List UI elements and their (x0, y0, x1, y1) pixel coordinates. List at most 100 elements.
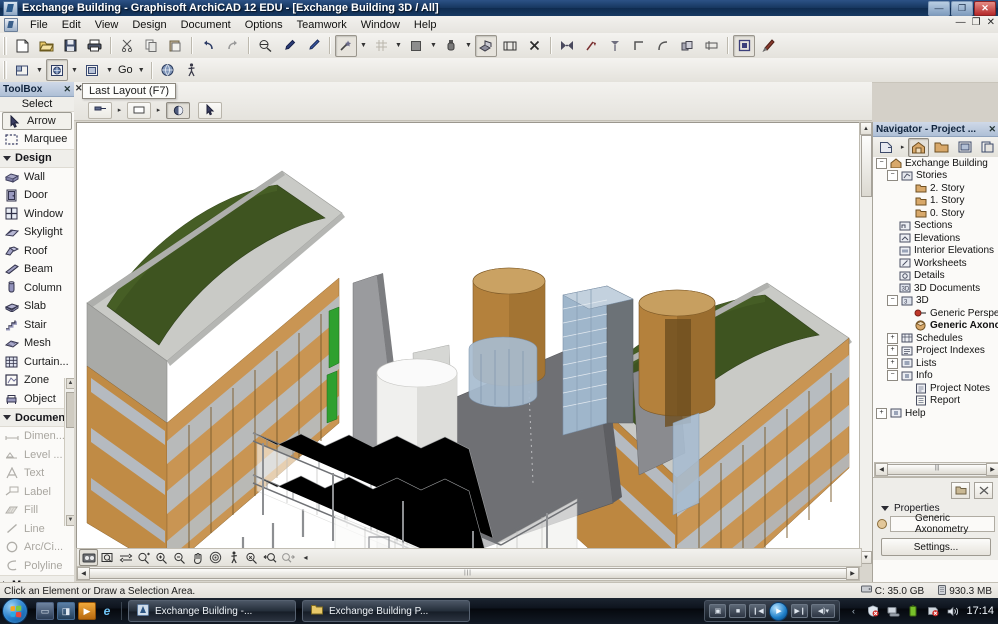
3d-view-canvas[interactable]: ArchiCAD Educational version, not for re… (76, 122, 860, 566)
go-dropdown-icon[interactable]: ▼ (136, 60, 147, 80)
expander-icon[interactable]: − (887, 295, 898, 307)
tree-row-stories[interactable]: − Stories (873, 170, 998, 183)
action-center-icon[interactable] (926, 604, 940, 618)
pan-hand-icon[interactable] (189, 550, 206, 565)
intersect-icon[interactable] (556, 35, 578, 57)
menu-design[interactable]: Design (125, 18, 173, 32)
internet-explorer-icon[interactable]: e (99, 603, 115, 619)
child-restore-button[interactable]: ❐ (972, 18, 981, 28)
tree-row-sections[interactable]: Sections (873, 220, 998, 233)
expander-icon[interactable]: + (876, 407, 887, 419)
tree-row-story-1[interactable]: 1. Story (873, 195, 998, 208)
cancel-icon[interactable] (523, 35, 545, 57)
menu-view[interactable]: View (88, 18, 126, 32)
pen-color-dropdown-icon[interactable]: ▼ (463, 36, 474, 56)
layer-icon[interactable] (405, 35, 427, 57)
trim-icon[interactable] (580, 35, 602, 57)
3d-cutaway-icon[interactable] (475, 34, 497, 57)
fillet-icon[interactable] (652, 35, 674, 57)
magic-wand-icon[interactable] (335, 34, 357, 57)
document-system-icon[interactable] (4, 17, 18, 32)
maximize-button[interactable]: ❐ (951, 1, 973, 16)
tool-wall[interactable]: Wall (0, 168, 74, 187)
toolbar-overflow-icon[interactable]: ◂ (297, 550, 314, 565)
undo-icon[interactable] (197, 35, 219, 57)
media-show-icon[interactable]: ▣ (709, 604, 727, 618)
tool-level-dimension[interactable]: Level ... (0, 446, 74, 465)
expander-icon[interactable]: − (887, 370, 898, 382)
zoom-window-icon[interactable] (99, 550, 116, 565)
tree-row-report[interactable]: Report (873, 395, 998, 408)
tree-row-info[interactable]: − Info (873, 370, 998, 383)
multiply-icon[interactable] (676, 35, 698, 57)
tool-column[interactable]: Column (0, 279, 74, 298)
walk-icon[interactable] (225, 550, 242, 565)
toolbox-scrollbar[interactable]: ▲ ▼ (64, 378, 75, 526)
tree-row-interior-elevations[interactable]: Interior Elevations (873, 245, 998, 258)
split-icon[interactable] (604, 35, 626, 57)
expander-icon[interactable]: − (876, 157, 887, 169)
toolbar-grip[interactable] (3, 61, 7, 79)
tree-row-details[interactable]: Details (873, 270, 998, 283)
previous-zoom-icon[interactable] (243, 550, 260, 565)
new-viewpoint-icon[interactable] (951, 482, 970, 499)
tree-row-project-notes[interactable]: Project Notes (873, 382, 998, 395)
grid-snap-dropdown-icon[interactable]: ▼ (393, 36, 404, 56)
tree-row-worksheets[interactable]: Worksheets (873, 257, 998, 270)
taskbar-clock[interactable]: 17:14 (966, 605, 994, 617)
save-icon[interactable] (59, 35, 81, 57)
navigator-horizontal-scrollbar[interactable]: ◀ ||| ▶ (874, 462, 998, 477)
tree-row-lists[interactable]: + Lists (873, 357, 998, 370)
section-marker-dropdown-icon[interactable]: ▸ (114, 100, 125, 120)
expander-icon[interactable]: + (887, 332, 898, 344)
menu-document[interactable]: Document (174, 18, 238, 32)
3d-window-dropdown-icon[interactable]: ▼ (69, 60, 80, 80)
orbit-tool-icon[interactable] (79, 549, 98, 566)
security-alert-icon[interactable] (866, 604, 880, 618)
taskbar-button-explorer[interactable]: Exchange Building P... (302, 600, 470, 622)
battery-icon[interactable] (906, 604, 920, 618)
eyedropper-pickup-icon[interactable] (278, 35, 300, 57)
tree-row-story-2[interactable]: 2. Story (873, 182, 998, 195)
layout-book-dropdown-icon[interactable]: ▼ (104, 60, 115, 80)
navigator-preview-dropdown-icon[interactable]: ▸ (899, 137, 906, 157)
media-volume-button[interactable]: ◀)▾ (811, 604, 836, 618)
menu-help[interactable]: Help (407, 18, 444, 32)
tree-row-3d[interactable]: − 3 3D (873, 295, 998, 308)
tool-window[interactable]: Window (0, 205, 74, 224)
section-marker-icon[interactable] (88, 101, 112, 119)
grid-snap-icon[interactable] (370, 35, 392, 57)
tool-line[interactable]: Line (0, 520, 74, 539)
back-zoom-icon[interactable] (261, 550, 278, 565)
expander-icon[interactable]: + (887, 357, 898, 369)
tool-dimension[interactable]: Dimen... (0, 427, 74, 446)
flip-3d-icon[interactable]: ◨ (57, 602, 75, 620)
media-stop-button[interactable]: ■ (729, 604, 747, 618)
tool-polyline[interactable]: Polyline (0, 557, 74, 576)
vertical-scrollbar-thumb[interactable] (861, 135, 872, 197)
menu-window[interactable]: Window (354, 18, 407, 32)
network-icon[interactable] (886, 604, 900, 618)
horizontal-scrollbar-thumb[interactable]: ||| (89, 568, 847, 579)
rendering-mode-icon[interactable] (166, 101, 190, 119)
paint-bucket-icon[interactable] (757, 35, 779, 57)
menu-teamwork[interactable]: Teamwork (290, 18, 354, 32)
dimension-icon[interactable] (499, 35, 521, 57)
globe-navigate-icon[interactable] (157, 59, 179, 81)
close-button[interactable]: ✕ (974, 1, 996, 16)
tool-fill[interactable]: Fill (0, 501, 74, 520)
project-map-icon[interactable] (907, 137, 930, 157)
navigator-close-icon[interactable]: ✕ (988, 124, 996, 135)
marquee-3d-icon[interactable] (733, 34, 755, 57)
media-previous-button[interactable]: ❙◀ (749, 604, 767, 618)
syringe-inject-icon[interactable] (302, 35, 324, 57)
floorplan-dropdown-icon[interactable]: ▼ (34, 60, 45, 80)
explore-model-icon[interactable] (207, 550, 224, 565)
tool-door[interactable]: Door (0, 186, 74, 205)
print-icon[interactable] (83, 35, 105, 57)
scroll-right-arrow-icon[interactable]: ▶ (986, 463, 998, 476)
toolbox-close-icon[interactable]: ✕ (63, 84, 71, 95)
open-folder-icon[interactable] (35, 35, 57, 57)
view-map-icon[interactable] (931, 138, 952, 157)
menu-edit[interactable]: Edit (55, 18, 88, 32)
